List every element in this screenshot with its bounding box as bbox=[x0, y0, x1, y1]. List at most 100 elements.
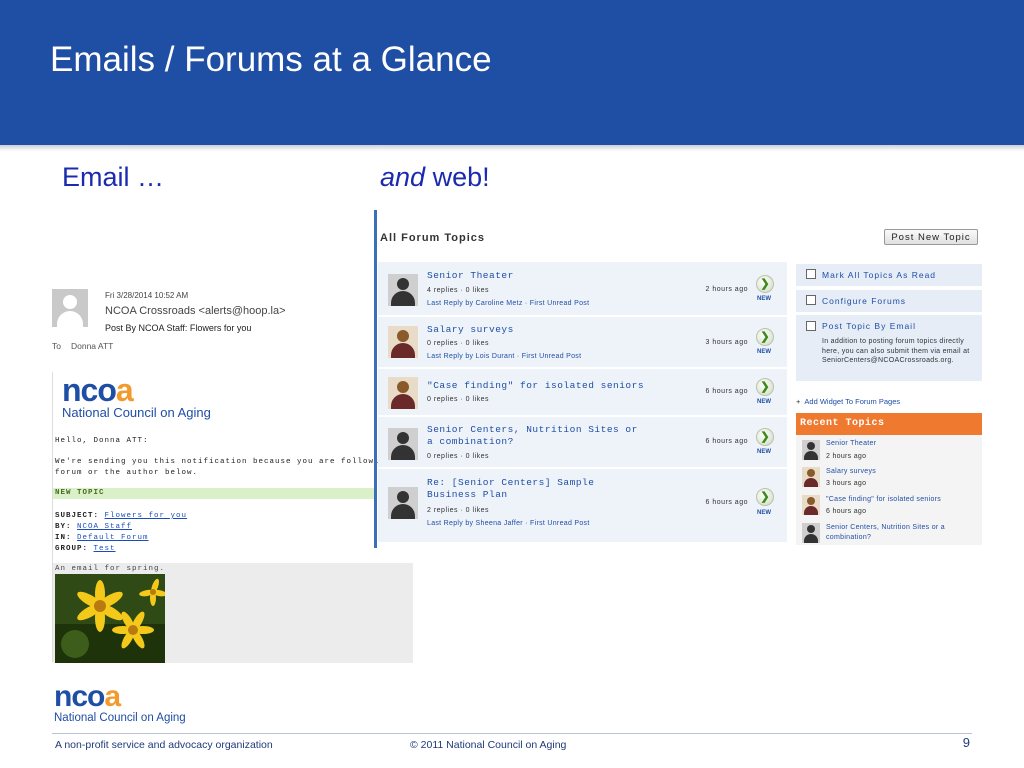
user-avatar-icon bbox=[802, 495, 820, 515]
user-avatar-icon bbox=[388, 326, 418, 358]
topic-row[interactable]: Senior Centers, Nutrition Sites or a com… bbox=[378, 417, 787, 469]
subject-link[interactable]: Flowers for you bbox=[105, 512, 188, 520]
web-heading-rest: web! bbox=[425, 162, 490, 192]
footer-copyright: © 2011 National Council on Aging bbox=[410, 739, 567, 751]
user-avatar-icon bbox=[388, 377, 418, 409]
recent-topic-time: 3 hours ago bbox=[826, 480, 867, 487]
ncoa-footer-logo: ncoa bbox=[54, 680, 121, 713]
topic-stats: 0 replies · 0 likes bbox=[427, 340, 490, 347]
email-subject: Post By NCOA Staff: Flowers for you bbox=[105, 323, 252, 333]
topic-stats: 0 replies · 0 likes bbox=[427, 453, 490, 460]
user-avatar-icon bbox=[802, 523, 820, 543]
email-by-row: BY: NCOA Staff bbox=[55, 523, 133, 531]
recent-topic-title[interactable]: "Case finding" for isolated seniors bbox=[826, 495, 976, 505]
go-arrow-icon[interactable]: ❯ bbox=[756, 488, 774, 506]
email-notice-line-2: forum or the author below. bbox=[55, 469, 199, 477]
topic-title[interactable]: Re: [Senior Centers] Sample Business Pla… bbox=[427, 477, 647, 501]
post-by-email-box[interactable]: Post Topic By Email In addition to posti… bbox=[796, 315, 982, 381]
topic-last-reply[interactable]: Last Reply by Caroline Metz · First Unre… bbox=[427, 300, 589, 307]
new-badge: NEW bbox=[757, 399, 771, 405]
author-link[interactable]: NCOA Staff bbox=[77, 523, 132, 531]
topic-last-reply[interactable]: Last Reply by Sheena Jaffer · First Unre… bbox=[427, 520, 590, 527]
forum-link[interactable]: Default Forum bbox=[77, 534, 149, 542]
topic-time: 2 hours ago bbox=[705, 286, 748, 293]
post-new-topic-button[interactable]: Post New Topic bbox=[884, 229, 978, 245]
configure-forums-button[interactable]: Configure Forums bbox=[796, 290, 982, 312]
go-arrow-icon[interactable]: ❯ bbox=[756, 428, 774, 446]
forum-divider bbox=[374, 210, 377, 548]
email-body-text: An email for spring. bbox=[55, 565, 166, 573]
new-badge: NEW bbox=[757, 296, 771, 302]
recent-topic-title[interactable]: Senior Centers, Nutrition Sites or a com… bbox=[826, 523, 976, 543]
topic-time: 6 hours ago bbox=[705, 499, 748, 506]
add-widget-link[interactable]: + Add Widget To Forum Pages bbox=[796, 397, 900, 406]
web-heading: and web! bbox=[380, 162, 490, 193]
new-badge: NEW bbox=[757, 449, 771, 455]
footer-tagline: A non-profit service and advocacy organi… bbox=[55, 739, 273, 751]
topic-row[interactable]: "Case finding" for isolated seniors 0 re… bbox=[378, 369, 787, 417]
user-avatar-icon bbox=[388, 487, 418, 519]
mark-all-read-label: Mark All Topics As Read bbox=[822, 270, 937, 280]
recent-topic-time: 2 hours ago bbox=[826, 453, 867, 460]
topic-title[interactable]: "Case finding" for isolated seniors bbox=[427, 380, 667, 392]
new-badge: NEW bbox=[757, 510, 771, 516]
post-by-email-label: Post Topic By Email bbox=[822, 321, 916, 331]
page-number: 9 bbox=[962, 735, 970, 750]
flower-photo bbox=[55, 574, 165, 663]
mark-all-read-button[interactable]: Mark All Topics As Read bbox=[796, 264, 982, 286]
email-to-name: Donna ATT bbox=[70, 341, 114, 351]
email-to-label: To bbox=[52, 341, 61, 351]
topic-title[interactable]: Senior Centers, Nutrition Sites or a com… bbox=[427, 424, 647, 448]
email-to: To Donna ATT bbox=[52, 341, 113, 351]
ncoa-footer-logo-tagline: National Council on Aging bbox=[54, 712, 186, 724]
email-from: NCOA Crossroads <alerts@hoop.la> bbox=[105, 305, 286, 317]
group-link[interactable]: Test bbox=[94, 545, 116, 553]
topic-row[interactable]: Salary surveys 0 replies · 0 likes Last … bbox=[378, 317, 787, 369]
new-badge: NEW bbox=[757, 349, 771, 355]
user-avatar-icon bbox=[388, 428, 418, 460]
topic-stats: 0 replies · 0 likes bbox=[427, 396, 490, 403]
topic-time: 6 hours ago bbox=[705, 438, 748, 445]
topic-time: 6 hours ago bbox=[705, 388, 748, 395]
topic-title[interactable]: Senior Theater bbox=[427, 270, 647, 282]
recent-topic-title[interactable]: Salary surveys bbox=[826, 467, 976, 477]
recent-topic-title[interactable]: Senior Theater bbox=[826, 439, 976, 449]
forum-heading: All Forum Topics bbox=[380, 232, 486, 244]
user-avatar-icon bbox=[388, 274, 418, 306]
configure-forums-label: Configure Forums bbox=[822, 296, 907, 306]
user-avatar-icon bbox=[802, 440, 820, 460]
ncoa-logo-tagline: National Council on Aging bbox=[62, 405, 211, 420]
email-group-row: GROUP: Test bbox=[55, 545, 116, 553]
slide-title: Emails / Forums at a Glance bbox=[50, 40, 492, 79]
topic-row[interactable]: Senior Theater 4 replies · 0 likes Last … bbox=[378, 262, 787, 317]
topic-last-reply[interactable]: Last Reply by Lois Durant · First Unread… bbox=[427, 353, 581, 360]
email-greeting: Hello, Donna ATT: bbox=[55, 437, 149, 445]
recent-topic-time: 6 hours ago bbox=[826, 508, 867, 515]
new-topic-label: NEW TOPIC bbox=[55, 489, 105, 497]
email-date: Fri 3/28/2014 10:52 AM bbox=[105, 291, 189, 300]
plus-icon: + bbox=[796, 397, 801, 406]
envelope-icon bbox=[806, 321, 816, 331]
web-heading-italic: and bbox=[380, 162, 426, 192]
user-avatar-icon bbox=[802, 467, 820, 487]
settings-icon bbox=[806, 295, 816, 305]
email-subject-row: SUBJECT: Flowers for you bbox=[55, 512, 188, 520]
topic-stats: 4 replies · 0 likes bbox=[427, 287, 490, 294]
post-by-email-description: In addition to posting forum topics dire… bbox=[822, 338, 970, 364]
recent-topics-heading: Recent Topics bbox=[796, 413, 982, 435]
go-arrow-icon[interactable]: ❯ bbox=[756, 275, 774, 293]
go-arrow-icon[interactable]: ❯ bbox=[756, 378, 774, 396]
topic-time: 3 hours ago bbox=[705, 339, 748, 346]
email-heading: Email … bbox=[62, 162, 165, 192]
ncoa-logo: ncoa bbox=[62, 372, 134, 408]
topic-title[interactable]: Salary surveys bbox=[427, 324, 647, 336]
footer-divider bbox=[52, 733, 972, 734]
sender-avatar-icon bbox=[52, 289, 88, 327]
email-in-row: IN: Default Forum bbox=[55, 534, 149, 542]
topic-row[interactable]: Re: [Senior Centers] Sample Business Pla… bbox=[378, 469, 787, 544]
email-notice-line-1: We're sending you this notification beca… bbox=[55, 458, 424, 466]
bookmark-icon bbox=[806, 269, 816, 279]
banner-shadow bbox=[0, 145, 1024, 151]
topic-stats: 2 replies · 0 likes bbox=[427, 507, 490, 514]
go-arrow-icon[interactable]: ❯ bbox=[756, 328, 774, 346]
